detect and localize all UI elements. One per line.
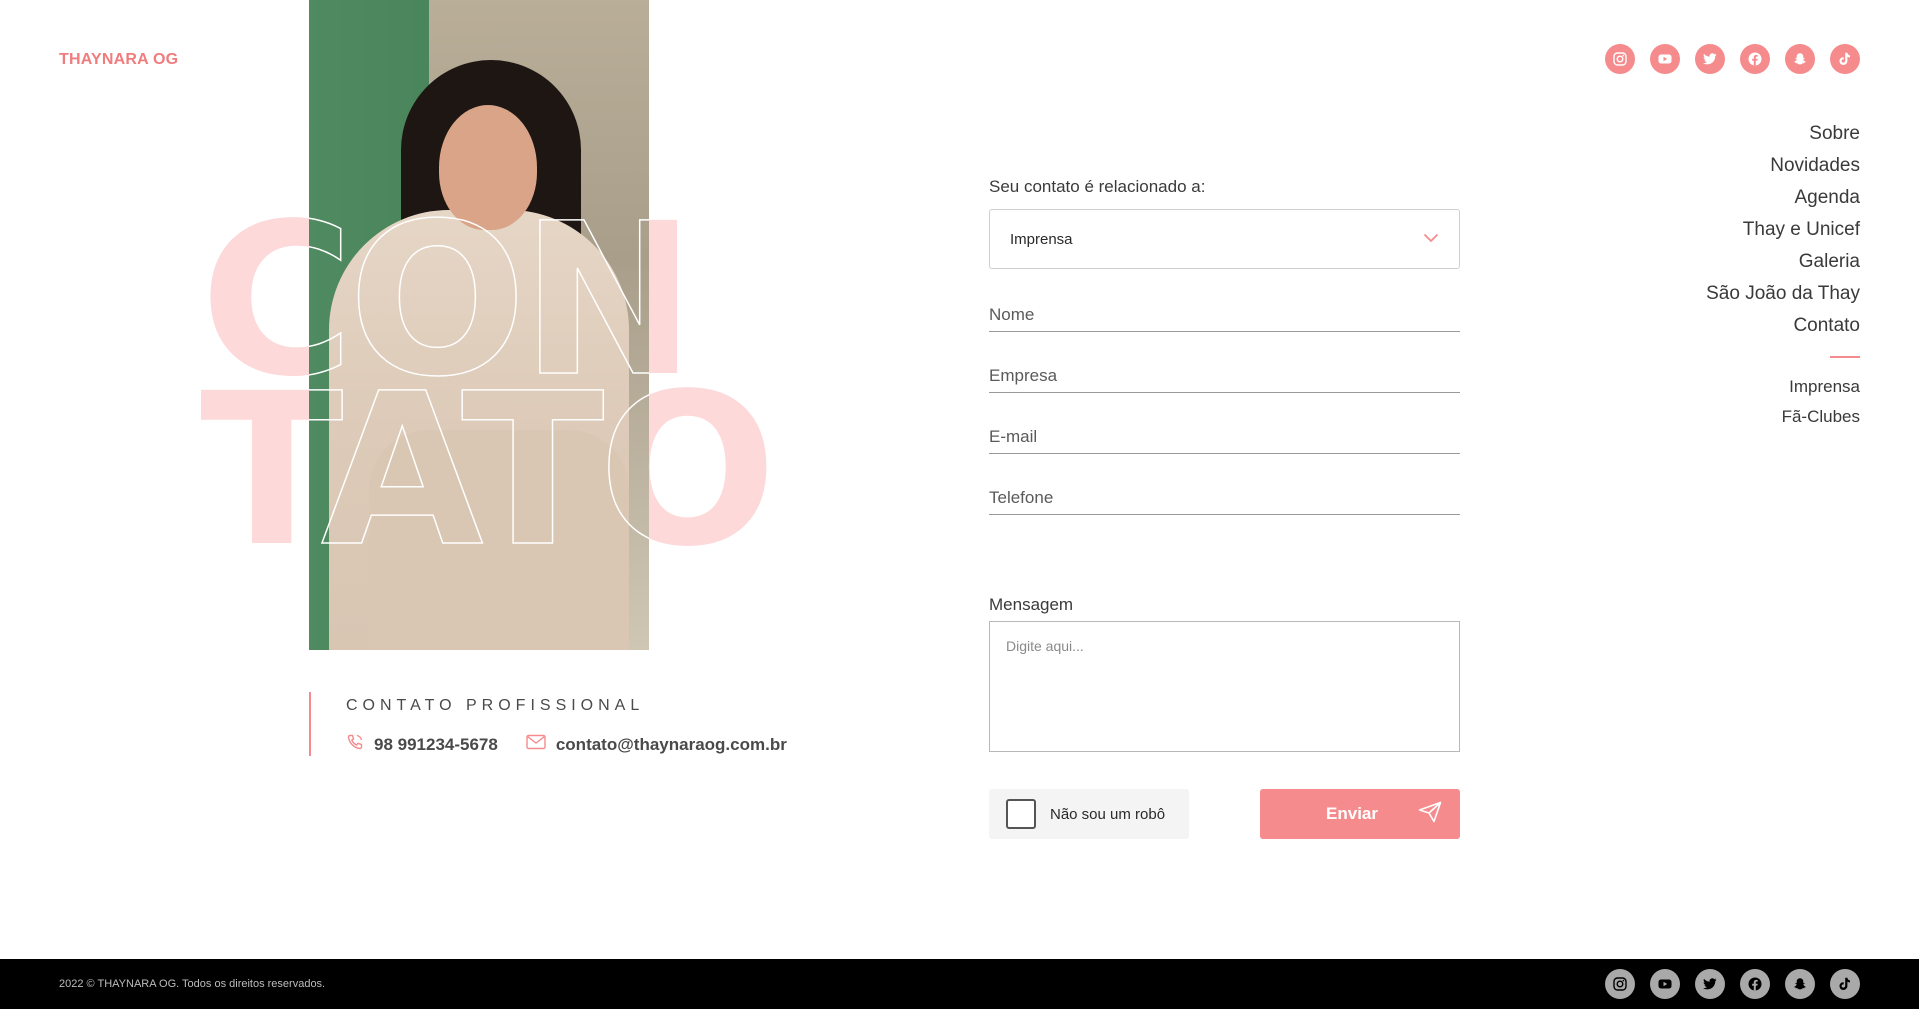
email-address: contato@thaynaraog.com.br	[555, 734, 787, 754]
nav-item-galeria[interactable]: Galeria	[1706, 246, 1860, 278]
facebook-icon[interactable]	[1740, 44, 1770, 74]
topic-label: Seu contato é relacionado a:	[989, 177, 1206, 196]
site-logo[interactable]: THAYNARA OG	[59, 51, 178, 69]
hero-photo	[309, 0, 649, 650]
send-button-label: Enviar	[1326, 804, 1378, 823]
instagram-icon[interactable]	[1605, 969, 1635, 999]
message-textarea[interactable]: Digite aqui...	[989, 621, 1460, 752]
phone-field[interactable]: Telefone	[989, 488, 1460, 515]
captcha-checkbox[interactable]: Não sou um robô	[989, 789, 1189, 839]
footer: 2022 © THAYNARA OG. Todos os direitos re…	[0, 959, 1919, 1009]
instagram-icon[interactable]	[1605, 44, 1635, 74]
nav-item-agenda[interactable]: Agenda	[1706, 182, 1860, 214]
name-field[interactable]: Nome	[989, 305, 1460, 332]
send-button[interactable]: Enviar	[1260, 789, 1460, 839]
twitter-icon[interactable]	[1695, 969, 1725, 999]
youtube-icon[interactable]	[1650, 44, 1680, 74]
nav-item-thay-e-unicef[interactable]: Thay e Unicef	[1706, 214, 1860, 246]
send-icon	[1418, 801, 1442, 828]
social-links-header	[1605, 44, 1860, 74]
tiktok-icon[interactable]	[1830, 969, 1860, 999]
social-links-footer	[1605, 969, 1860, 999]
youtube-icon[interactable]	[1650, 969, 1680, 999]
tiktok-icon[interactable]	[1830, 44, 1860, 74]
twitter-icon[interactable]	[1695, 44, 1725, 74]
topic-select-value: Imprensa	[1010, 230, 1073, 248]
main-navigation: Sobre Novidades Agenda Thay e Unicef Gal…	[1706, 118, 1860, 432]
nav-item-contato[interactable]: Contato	[1706, 310, 1860, 342]
mail-icon	[526, 734, 546, 755]
nav-divider	[1830, 356, 1860, 358]
message-label: Mensagem	[989, 595, 1074, 614]
email-field[interactable]: E-mail	[989, 427, 1460, 454]
contact-email[interactable]: contato@thaynaraog.com.br	[526, 734, 787, 755]
nav-item-novidades[interactable]: Novidades	[1706, 150, 1860, 182]
contact-form: Seu contato é relacionado a: Imprensa No…	[989, 177, 1460, 839]
contact-heading: CONTATO PROFISSIONAL	[346, 697, 645, 714]
nav-subitem-fa-clubes[interactable]: Fã-Clubes	[1706, 402, 1860, 432]
topic-select[interactable]: Imprensa	[989, 209, 1460, 269]
company-field[interactable]: Empresa	[989, 366, 1460, 393]
nav-subitem-imprensa[interactable]: Imprensa	[1706, 372, 1860, 402]
chevron-down-icon	[1423, 230, 1439, 248]
professional-contact: CONTATO PROFISSIONAL 98 991234-5678 cont…	[309, 692, 787, 756]
copyright-text: 2022 © THAYNARA OG. Todos os direitos re…	[59, 978, 326, 990]
captcha-box[interactable]	[1006, 799, 1036, 829]
facebook-icon[interactable]	[1740, 969, 1770, 999]
snapchat-icon[interactable]	[1785, 44, 1815, 74]
nav-item-sao-joao[interactable]: São João da Thay	[1706, 278, 1860, 310]
phone-number: 98 991234-5678	[374, 734, 498, 754]
nav-item-sobre[interactable]: Sobre	[1706, 118, 1860, 150]
phone-icon	[346, 733, 364, 756]
contact-phone[interactable]: 98 991234-5678	[346, 733, 498, 756]
captcha-label: Não sou um robô	[1050, 805, 1166, 823]
snapchat-icon[interactable]	[1785, 969, 1815, 999]
